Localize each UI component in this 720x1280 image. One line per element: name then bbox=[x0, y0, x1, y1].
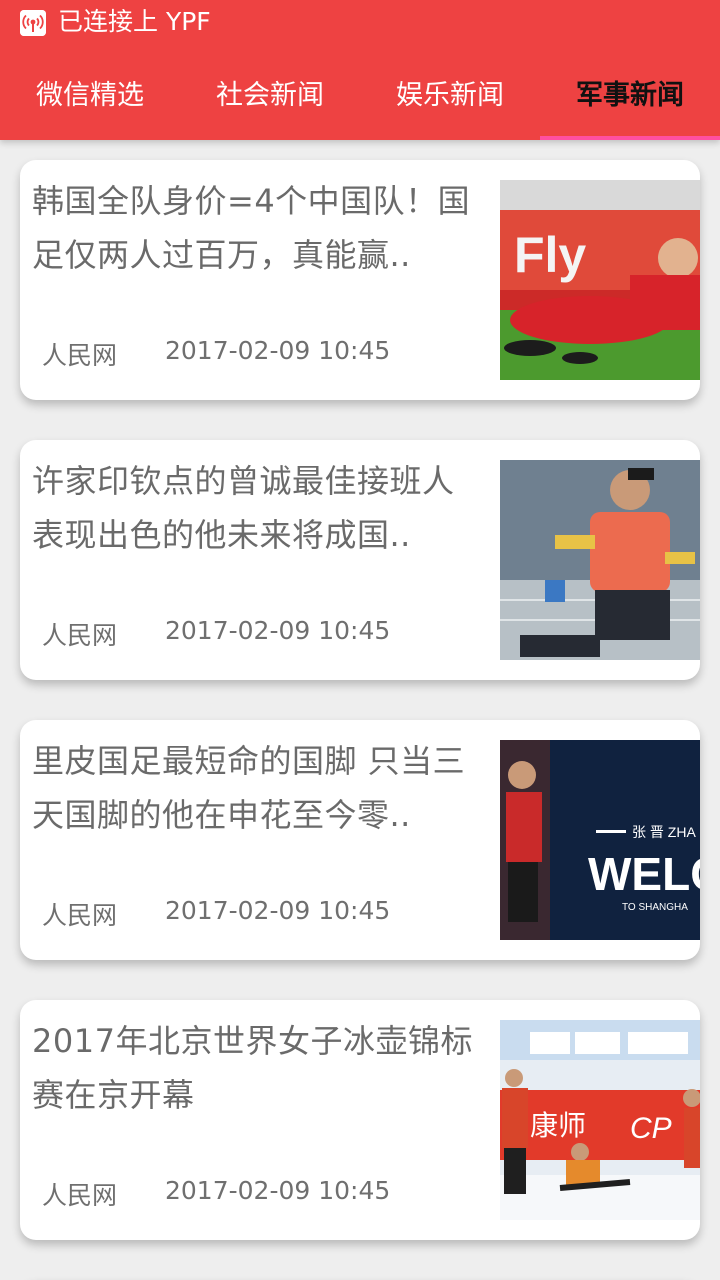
svg-text:张 晋 ZHA: 张 晋 ZHA bbox=[632, 824, 696, 840]
news-title: 韩国全队身价=4个中国队！国足仅两人过百万，真能赢.. bbox=[32, 182, 471, 274]
news-date: 2017-02-09 10:45 bbox=[165, 336, 391, 365]
status-bar: 已连接上 YPF bbox=[0, 0, 720, 44]
news-card[interactable]: 韩国全队身价=4个中国队！国足仅两人过百万，真能赢.. 人民网 2017-02-… bbox=[20, 160, 700, 400]
news-thumbnail-image: 康师 CP bbox=[500, 1020, 700, 1220]
news-category-tabs: 微信精选 社会新闻 娱乐新闻 军事新闻 bbox=[0, 56, 720, 140]
news-feed-list[interactable]: 韩国全队身价=4个中国队！国足仅两人过百万，真能赢.. 人民网 2017-02-… bbox=[0, 140, 720, 1280]
news-card[interactable]: 2017年北京世界女子冰壶锦标赛在京开幕 人民网 2017-02-09 10:4… bbox=[20, 1000, 700, 1240]
news-source: 人民网 bbox=[42, 621, 118, 650]
news-thumbnail-image bbox=[500, 460, 700, 660]
active-tab-indicator bbox=[540, 136, 720, 140]
svg-text:CP: CP bbox=[630, 1112, 672, 1145]
tab-military-news[interactable]: 军事新闻 bbox=[540, 56, 720, 140]
svg-text:WELC: WELC bbox=[588, 848, 700, 900]
svg-text:康师: 康师 bbox=[530, 1109, 586, 1142]
tab-wechat-picks[interactable]: 微信精选 bbox=[0, 56, 180, 140]
news-title: 许家印钦点的曾诚最佳接班人 表现出色的他未来将成国.. bbox=[32, 462, 455, 554]
app-screen: 已连接上 YPF 微信精选 社会新闻 娱乐新闻 军事新闻 韩国全队身价=4个中国… bbox=[0, 0, 720, 1280]
news-card[interactable]: 里皮国足最短命的国脚 只当三天国脚的他在申花至今零.. 人民网 2017-02-… bbox=[20, 720, 700, 960]
news-thumbnail-image: 张 晋 ZHA WELC TO SHANGHA bbox=[500, 740, 700, 940]
news-source: 人民网 bbox=[42, 1181, 118, 1210]
news-title: 里皮国足最短命的国脚 只当三天国脚的他在申花至今零.. bbox=[32, 742, 466, 834]
connection-status-text: 已连接上 YPF bbox=[58, 7, 211, 36]
tab-social-news[interactable]: 社会新闻 bbox=[180, 56, 360, 140]
wifi-hotspot-icon bbox=[20, 10, 46, 36]
svg-text:Fly: Fly bbox=[514, 227, 586, 283]
news-date: 2017-02-09 10:45 bbox=[165, 616, 391, 645]
news-title: 2017年北京世界女子冰壶锦标赛在京开幕 bbox=[32, 1022, 473, 1114]
news-thumbnail-image: Fly bbox=[500, 180, 700, 380]
news-date: 2017-02-09 10:45 bbox=[165, 896, 391, 925]
news-card[interactable]: 许家印钦点的曾诚最佳接班人 表现出色的他未来将成国.. 人民网 2017-02-… bbox=[20, 440, 700, 680]
news-date: 2017-02-09 10:45 bbox=[165, 1176, 391, 1205]
news-source: 人民网 bbox=[42, 341, 118, 370]
svg-text:TO SHANGHA: TO SHANGHA bbox=[622, 902, 688, 913]
app-header: 已连接上 YPF 微信精选 社会新闻 娱乐新闻 军事新闻 bbox=[0, 0, 720, 140]
tab-entertainment-news[interactable]: 娱乐新闻 bbox=[360, 56, 540, 140]
news-source: 人民网 bbox=[42, 901, 118, 930]
